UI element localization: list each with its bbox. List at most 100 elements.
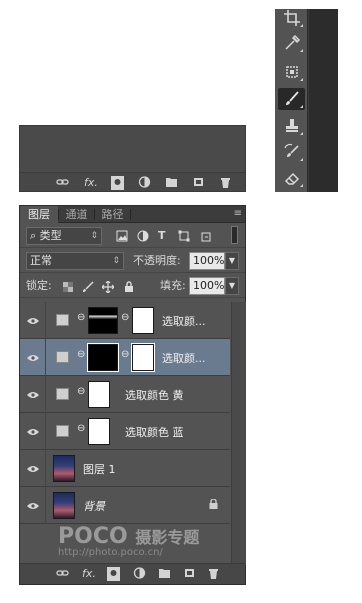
link-icon[interactable]: ⊖ — [77, 423, 85, 434]
history-brush-icon — [283, 143, 299, 157]
layer-mask-thumbnail[interactable] — [131, 343, 155, 372]
layer-mask-thumbnail[interactable] — [132, 307, 154, 334]
tools-panel-edge — [309, 9, 338, 192]
lock-position-icon[interactable] — [102, 281, 114, 293]
folder-icon[interactable] — [165, 176, 178, 190]
tab-paths[interactable]: 路径 — [95, 206, 130, 223]
visibility-toggle[interactable] — [20, 450, 46, 487]
trash-icon[interactable] — [219, 176, 232, 190]
fx-button[interactable]: fx. — [82, 567, 96, 581]
lock-label: 锁定: — [26, 279, 52, 292]
filter-smart-object-icon[interactable] — [200, 230, 212, 242]
layers-panel: 图层 通道 路径 ≡ ⌕ 类型 ⇕ T 正常 ⇕ 不透明度: 100% ▼ 锁定… — [19, 205, 246, 585]
layer-name: 选取颜色 蓝 — [125, 426, 184, 439]
adjustment-layer-icon — [56, 351, 69, 363]
stamp-icon — [285, 119, 298, 132]
new-layer-icon[interactable] — [192, 176, 205, 190]
link-icon[interactable]: ⊖ — [121, 349, 129, 360]
watermark: POCO 摄影专题 http://photo.poco.cn/ — [58, 524, 199, 558]
filter-type-icon[interactable]: T — [158, 227, 166, 245]
opacity-input[interactable]: 100% — [189, 252, 225, 270]
layer-thumbnail[interactable] — [53, 455, 75, 482]
lock-transparent-icon[interactable] — [62, 281, 74, 293]
lock-all-icon[interactable] — [123, 281, 135, 293]
visibility-toggle[interactable] — [20, 339, 46, 376]
fill-input[interactable]: 100% — [189, 277, 225, 295]
mini-panel-footer: fx. — [20, 172, 245, 191]
eye-icon — [26, 391, 39, 398]
panel-menu-icon[interactable]: ≡ — [234, 208, 242, 219]
link-layers-icon[interactable] — [56, 567, 69, 581]
blend-mode-value: 正常 — [30, 254, 52, 267]
layer-mask-thumbnail[interactable] — [88, 307, 118, 334]
eye-icon — [26, 502, 39, 509]
new-group-icon[interactable] — [158, 567, 171, 581]
panel-tabs: 图层 通道 路径 ≡ — [20, 206, 245, 223]
layer-mask-thumbnail[interactable] — [88, 418, 110, 445]
fill-dropdown[interactable]: ▼ — [225, 277, 239, 295]
filter-pixel-icon[interactable] — [116, 230, 128, 242]
layer-row[interactable]: 背景 — [20, 487, 230, 524]
visibility-toggle[interactable] — [20, 302, 46, 339]
trash-icon[interactable] — [207, 567, 220, 581]
opacity-label: 不透明度: — [133, 254, 181, 267]
lock-pixels-icon[interactable] — [82, 281, 94, 293]
spot-heal-tool[interactable] — [278, 61, 305, 83]
spot-heal-icon — [285, 66, 298, 78]
adjustment-layer-icon — [56, 314, 69, 326]
new-layer-icon[interactable] — [183, 567, 196, 581]
filter-shape-icon[interactable] — [178, 230, 190, 242]
history-brush-tool[interactable] — [278, 141, 305, 163]
filter-adjustment-icon[interactable] — [137, 230, 149, 242]
fill-label: 填充: — [160, 279, 186, 292]
eraser-tool[interactable] — [278, 167, 305, 189]
add-mask-icon[interactable] — [107, 567, 120, 581]
blend-mode-select[interactable]: 正常 ⇕ — [26, 252, 124, 270]
layer-mask-thumbnail[interactable] — [87, 343, 119, 372]
visibility-toggle[interactable] — [20, 376, 46, 413]
filter-toggle[interactable] — [231, 226, 238, 244]
mask-icon[interactable] — [111, 176, 124, 190]
tab-channels[interactable]: 通道 — [59, 206, 94, 223]
adjustment-icon[interactable] — [138, 176, 151, 190]
opacity-dropdown[interactable]: ▼ — [225, 252, 239, 270]
layers-panel-collapsed: fx. — [19, 125, 246, 192]
eye-icon — [26, 354, 39, 361]
visibility-toggle[interactable] — [20, 487, 46, 524]
layer-row[interactable]: ⊖ ⊖ 选取颜... — [20, 302, 230, 339]
link-icon[interactable]: ⊖ — [121, 312, 129, 323]
layer-mask-thumbnail[interactable] — [88, 381, 110, 408]
filter-kind-select[interactable]: ⌕ 类型 ⇕ — [26, 227, 102, 245]
eraser-icon — [284, 172, 299, 185]
fx-icon[interactable]: fx. — [84, 176, 98, 190]
visibility-toggle[interactable] — [20, 413, 46, 450]
adjustment-layer-icon — [56, 388, 69, 400]
link-icon[interactable]: ⊖ — [77, 312, 85, 323]
updown-icon: ⇕ — [112, 256, 120, 266]
filter-kind-label: 类型 — [39, 229, 62, 242]
link-icon[interactable]: ⊖ — [77, 349, 85, 360]
layers-list: ⊖ ⊖ 选取颜... ⊖ ⊖ 选取颜... ⊖ 选取颜色 黄 ⊖ 选取颜色 蓝 … — [20, 302, 230, 565]
layer-row[interactable]: 图层 1 — [20, 450, 230, 487]
blend-row: 正常 ⇕ 不透明度: 100% ▼ — [20, 249, 245, 273]
crop-tool[interactable] — [278, 7, 305, 29]
layer-row-selected[interactable]: ⊖ ⊖ 选取颜... — [20, 339, 230, 376]
layer-row[interactable]: ⊖ 选取颜色 黄 — [20, 376, 230, 413]
brush-tool[interactable] — [278, 88, 305, 110]
new-adjustment-icon[interactable] — [133, 567, 146, 581]
search-icon: ⌕ — [30, 229, 37, 242]
crop-icon — [283, 10, 300, 26]
eyedropper-tool[interactable] — [278, 32, 305, 54]
eye-icon — [26, 317, 39, 324]
layer-name: 选取颜... — [162, 352, 206, 365]
link-icon[interactable] — [56, 176, 69, 190]
layer-row[interactable]: ⊖ 选取颜色 蓝 — [20, 413, 230, 450]
tools-panel — [275, 9, 338, 192]
link-icon[interactable]: ⊖ — [77, 386, 85, 397]
tab-layers[interactable]: 图层 — [20, 206, 58, 223]
layers-scrollbar[interactable] — [231, 302, 246, 565]
stamp-tool[interactable] — [278, 115, 305, 137]
layers-panel-footer: fx. — [20, 563, 245, 584]
eye-icon — [26, 428, 39, 435]
layer-thumbnail[interactable] — [53, 492, 75, 519]
